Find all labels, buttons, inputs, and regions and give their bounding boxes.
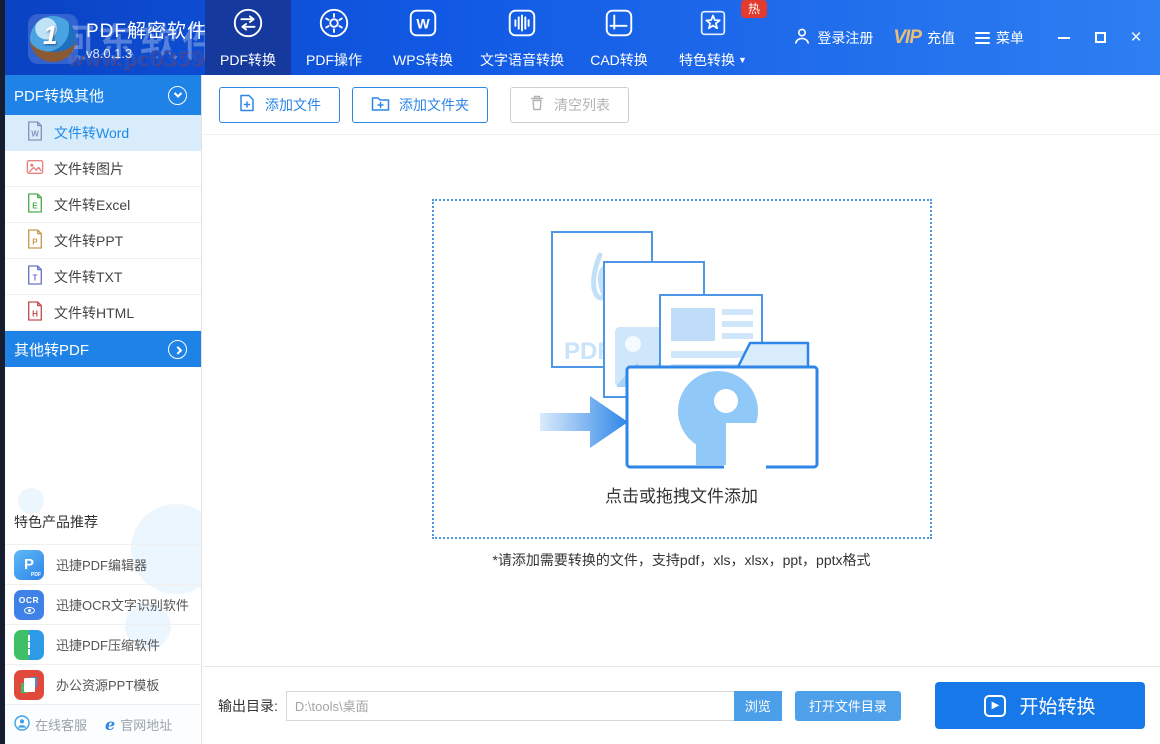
official-site-link[interactable]: e 官网地址 xyxy=(105,715,172,734)
login-register-link[interactable]: 登录注册 xyxy=(793,27,873,48)
clear-list-button[interactable]: 清空列表 xyxy=(510,87,629,123)
browse-button[interactable]: 浏览 xyxy=(734,691,782,721)
dropzone-illustration: PDF xyxy=(532,227,832,477)
wps-w-icon: W xyxy=(406,6,440,45)
file-toolbar: 添加文件 添加文件夹 清空列表 xyxy=(203,75,1160,135)
chevron-down-icon: ▼ xyxy=(738,55,747,65)
promo-ocr-software[interactable]: OCR 迅捷OCR文字识别软件 xyxy=(0,584,200,624)
tab-special-convert[interactable]: 热 特色转换▼ xyxy=(663,0,763,75)
svg-text:W: W xyxy=(31,129,39,138)
word-doc-icon: W xyxy=(26,121,44,144)
app-brand: 1 PDF解密软件 v8.0.1.3 xyxy=(28,14,207,64)
pdf-editor-app-icon: P PDF xyxy=(14,550,44,580)
app-version: v8.0.1.3 xyxy=(86,46,207,61)
html-doc-icon: H xyxy=(26,301,44,324)
browser-e-icon: e xyxy=(105,717,115,733)
promo-pdf-editor[interactable]: P PDF 迅捷PDF编辑器 xyxy=(0,544,200,584)
output-bar: 输出目录: 浏览 打开文件目录 ▶ 开始转换 xyxy=(203,666,1160,744)
hamburger-icon xyxy=(975,32,990,44)
svg-text:P: P xyxy=(32,237,38,246)
add-folder-icon xyxy=(371,95,390,115)
app-logo: 1 xyxy=(28,14,78,64)
add-folder-button[interactable]: 添加文件夹 xyxy=(352,87,488,123)
sidebar-item-file-to-excel[interactable]: E 文件转Excel xyxy=(0,187,201,223)
cad-crosshair-icon xyxy=(602,6,636,45)
tab-pdf-convert[interactable]: PDF转换 xyxy=(205,0,291,75)
hot-badge: 热 xyxy=(741,0,767,18)
maximize-button[interactable] xyxy=(1086,24,1114,52)
audio-wave-icon xyxy=(505,6,539,45)
chevron-down-circle-icon xyxy=(168,86,187,105)
sidebar-item-file-to-html[interactable]: H 文件转HTML xyxy=(0,295,201,331)
app-title: PDF解密软件 xyxy=(86,16,207,43)
star-convert-icon xyxy=(696,6,730,45)
dropzone-hint: *请添加需要转换的文件，支持pdf，xls，xlsx，ppt，pptx格式 xyxy=(203,550,1160,570)
main-panel: 添加文件 添加文件夹 清空列表 xyxy=(203,75,1160,744)
svg-text:H: H xyxy=(32,309,38,318)
play-icon: ▶ xyxy=(984,695,1006,717)
svg-text:W: W xyxy=(416,16,430,32)
promo-ppt-templates[interactable]: 办公资源PPT模板 xyxy=(0,664,200,704)
user-icon xyxy=(793,27,811,48)
main-nav: PDF转换 PDF操作 W WPS转换 xyxy=(205,0,763,75)
sidebar-group-pdf-convert-other[interactable]: PDF转换其他 xyxy=(0,75,201,115)
output-path-input[interactable] xyxy=(286,691,734,721)
promo-pdf-compressor[interactable]: 迅捷PDF压缩软件 xyxy=(0,624,200,664)
sidebar-group-other-to-pdf[interactable]: 其他转PDF xyxy=(0,331,201,367)
menu-button[interactable]: 菜单 xyxy=(975,28,1024,48)
open-directory-button[interactable]: 打开文件目录 xyxy=(795,691,901,721)
vip-recharge-link[interactable]: VIP 充值 xyxy=(893,27,955,49)
sidebar-footer: 在线客服 e 官网地址 xyxy=(0,704,200,744)
ppt-template-app-icon xyxy=(14,670,44,700)
excel-doc-icon: E xyxy=(26,193,44,216)
add-file-icon xyxy=(238,94,256,115)
add-file-button[interactable]: 添加文件 xyxy=(219,87,340,123)
ocr-app-icon: OCR xyxy=(14,590,44,620)
swap-arrows-icon xyxy=(231,6,265,45)
sidebar: PDF转换其他 W 文件转Word 文件转图片 E 文件转Excel xyxy=(0,75,202,744)
start-convert-button[interactable]: ▶ 开始转换 xyxy=(935,682,1145,729)
window-left-edge xyxy=(0,0,5,744)
online-support-link[interactable]: 在线客服 xyxy=(14,715,87,734)
tab-wps-convert[interactable]: W WPS转换 xyxy=(377,0,469,75)
txt-doc-icon: T xyxy=(26,265,44,288)
ppt-doc-icon: P xyxy=(26,229,44,252)
vip-icon: VIP xyxy=(893,27,921,49)
sidebar-item-file-to-word[interactable]: W 文件转Word xyxy=(0,115,201,151)
sidebar-item-file-to-image[interactable]: 文件转图片 xyxy=(0,151,201,187)
minimize-button[interactable] xyxy=(1050,24,1078,52)
pdf-compressor-app-icon xyxy=(14,630,44,660)
svg-text:E: E xyxy=(32,201,38,210)
file-dropzone[interactable]: PDF 点击或拖拽文件添加 xyxy=(432,199,932,539)
sidebar-item-file-to-txt[interactable]: T 文件转TXT xyxy=(0,259,201,295)
trash-icon xyxy=(529,94,545,115)
chevron-right-circle-icon xyxy=(168,340,187,359)
tab-cad-convert[interactable]: CAD转换 xyxy=(575,0,663,75)
globe-logo-icon: 1 xyxy=(30,16,76,62)
tab-pdf-operate[interactable]: PDF操作 xyxy=(291,0,377,75)
output-dir-label: 输出目录: xyxy=(218,696,278,716)
image-icon xyxy=(26,157,44,180)
topbar: 河东软件园 www.pc0359.cn 1 PDF解密软件 v8.0.1.3 P… xyxy=(0,0,1160,75)
gear-icon xyxy=(317,6,351,45)
sidebar-item-file-to-ppt[interactable]: P 文件转PPT xyxy=(0,223,201,259)
customer-service-icon xyxy=(14,715,30,734)
tab-text-speech-convert[interactable]: 文字语音转换 xyxy=(469,0,575,75)
close-button[interactable]: × xyxy=(1122,24,1150,52)
svg-text:T: T xyxy=(33,273,38,282)
dropzone-prompt: 点击或拖拽文件添加 xyxy=(434,482,930,507)
